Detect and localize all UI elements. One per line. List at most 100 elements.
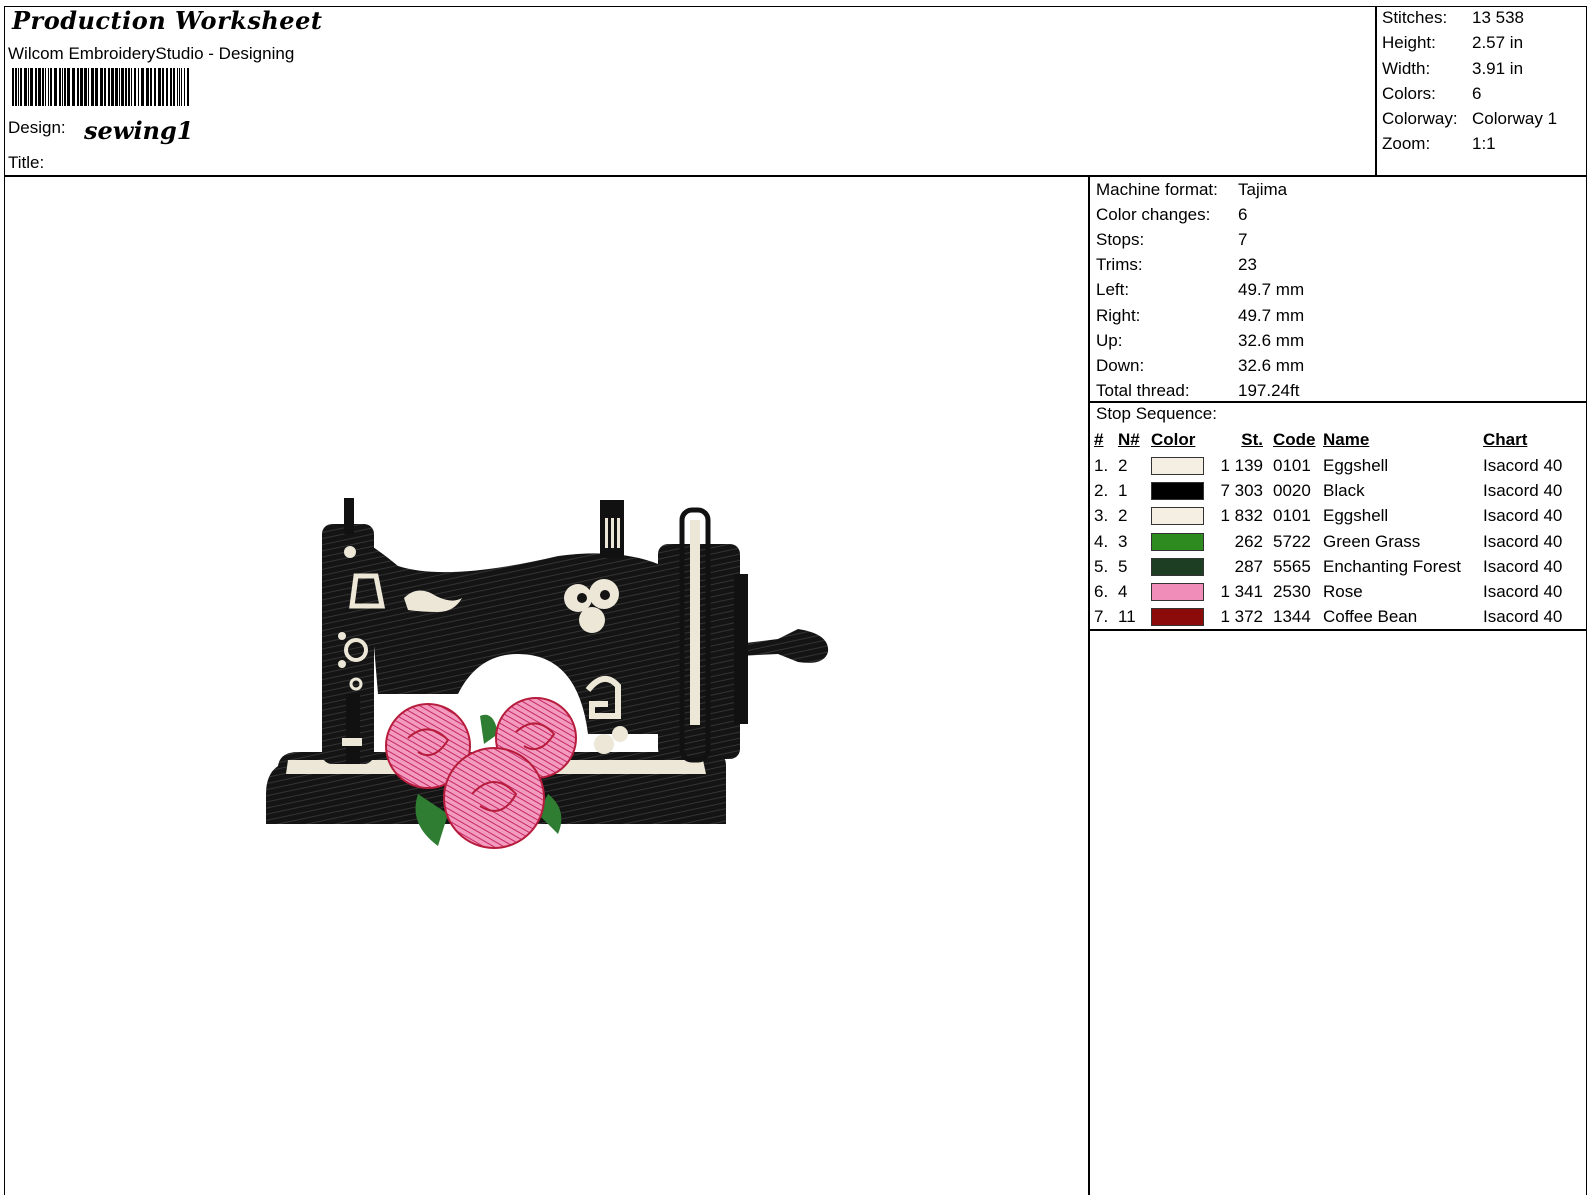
row-name: Rose [1323, 582, 1363, 602]
info-label: Up: [1096, 330, 1123, 350]
stat-row: Zoom: 1:1 [1382, 134, 1557, 159]
table-row: 4. 3 262 5722 Green Grass Isacord 40 [1094, 529, 1575, 554]
row-stitches: 7 303 [1220, 480, 1263, 500]
row-index: 1. [1094, 455, 1109, 475]
info-label: Down: [1096, 355, 1145, 375]
row-chart: Isacord 40 [1483, 455, 1563, 475]
color-swatch [1151, 608, 1204, 627]
stop-sequence-label: Stop Sequence: [1096, 404, 1217, 423]
row-index: 2. [1094, 480, 1109, 500]
stat-value: 6 [1472, 83, 1482, 103]
table-row: 6. 4 1 341 2530 Rose Isacord 40 [1094, 579, 1575, 604]
table-row: 3. 2 1 832 0101 Eggshell Isacord 40 [1094, 504, 1575, 529]
col-header-name: Name [1323, 430, 1370, 449]
color-swatch [1151, 507, 1204, 526]
col-header-index: # [1094, 430, 1104, 449]
row-color-swatch [1151, 504, 1213, 529]
row-stitches: 1 832 [1220, 506, 1263, 526]
row-index: 5. [1094, 556, 1109, 576]
row-index: 3. [1094, 506, 1109, 526]
row-stitches: 1 139 [1220, 455, 1263, 475]
row-name: Enchanting Forest [1323, 556, 1461, 576]
stat-row: Stitches: 13 538 [1382, 8, 1557, 33]
info-row: Up: 32.6 mm [1096, 328, 1304, 353]
row-name: Eggshell [1323, 455, 1389, 475]
row-code: 5565 [1273, 556, 1311, 576]
software-name: Wilcom EmbroideryStudio - Designing [8, 44, 295, 63]
color-swatch [1151, 456, 1204, 475]
info-row: Machine format: Tajima [1096, 177, 1304, 202]
info-row: Trims: 23 [1096, 253, 1304, 278]
info-label: Total thread: [1096, 381, 1190, 401]
row-name: Eggshell [1323, 506, 1389, 526]
stat-row: Height: 2.57 in [1382, 33, 1557, 58]
design-name: sewing1 [84, 116, 194, 145]
row-chart: Isacord 40 [1483, 607, 1563, 627]
stat-value: 2.57 in [1472, 33, 1524, 53]
row-index: 7. [1094, 607, 1109, 627]
row-needle: 3 [1118, 531, 1128, 551]
row-code: 2530 [1273, 582, 1311, 602]
info-value: 32.6 mm [1238, 355, 1305, 375]
row-needle: 5 [1118, 556, 1128, 576]
info-value: 23 [1238, 255, 1257, 275]
row-needle: 1 [1118, 480, 1128, 500]
col-header-chart: Chart [1483, 430, 1528, 449]
stat-row: Colorway: Colorway 1 [1382, 109, 1557, 134]
stat-label: Stitches: [1382, 8, 1448, 27]
info-row: Down: 32.6 mm [1096, 353, 1304, 378]
design-label: Design: [8, 118, 66, 137]
row-chart: Isacord 40 [1483, 531, 1563, 551]
row-code: 5722 [1273, 531, 1311, 551]
info-value: 197.24ft [1238, 381, 1300, 401]
info-label: Trims: [1096, 255, 1143, 275]
row-index: 6. [1094, 582, 1109, 602]
info-row: Total thread: 197.24ft [1096, 379, 1304, 404]
stats-divider [1375, 6, 1377, 176]
info-row: Right: 49.7 mm [1096, 303, 1304, 328]
row-color-swatch [1151, 453, 1213, 478]
row-index: 4. [1094, 531, 1109, 551]
color-swatch [1151, 583, 1204, 602]
roses-image [385, 697, 577, 849]
col-header-needle: N# [1118, 430, 1140, 449]
row-stitches: 262 [1234, 531, 1263, 551]
row-code: 0101 [1273, 455, 1311, 475]
row-name: Black [1323, 480, 1365, 500]
table-row: 2. 1 7 303 0020 Black Isacord 40 [1094, 478, 1575, 503]
row-code: 1344 [1273, 607, 1311, 627]
color-swatch [1151, 557, 1204, 576]
row-needle: 4 [1118, 582, 1128, 602]
row-needle: 11 [1118, 607, 1136, 627]
row-stitches: 1 372 [1220, 607, 1263, 627]
stat-row: Width: 3.91 in [1382, 59, 1557, 84]
row-color-swatch [1151, 554, 1213, 579]
row-needle: 2 [1118, 506, 1128, 526]
row-color-swatch [1151, 605, 1213, 630]
stat-label: Zoom: [1382, 134, 1431, 154]
row-color-swatch [1151, 579, 1213, 604]
info-label: Color changes: [1096, 204, 1211, 224]
row-name: Coffee Bean [1323, 607, 1418, 627]
stat-row: Colors: 6 [1382, 84, 1557, 109]
stat-value: 1:1 [1472, 134, 1496, 154]
info-value: 7 [1238, 229, 1248, 249]
page-title: Production Worksheet [12, 6, 323, 35]
row-color-swatch [1151, 478, 1213, 503]
row-code: 0101 [1273, 506, 1311, 526]
stat-label: Colors: [1382, 83, 1436, 103]
table-header-row: # N# Color St. Code Name Chart [1094, 427, 1575, 453]
col-header-stitches: St. [1241, 430, 1263, 449]
info-value: 32.6 mm [1238, 330, 1305, 350]
info-label: Left: [1096, 280, 1130, 300]
stat-value: 13 538 [1472, 8, 1524, 27]
info-value: 49.7 mm [1238, 280, 1305, 300]
title-label: Title: [8, 153, 45, 172]
design-preview [266, 498, 829, 849]
info-value: 49.7 mm [1238, 305, 1305, 325]
info-row: Left: 49.7 mm [1096, 278, 1304, 303]
row-needle: 2 [1118, 455, 1128, 475]
row-stitches: 1 341 [1220, 582, 1263, 602]
row-chart: Isacord 40 [1483, 506, 1563, 526]
stat-value: 3.91 in [1472, 58, 1524, 78]
